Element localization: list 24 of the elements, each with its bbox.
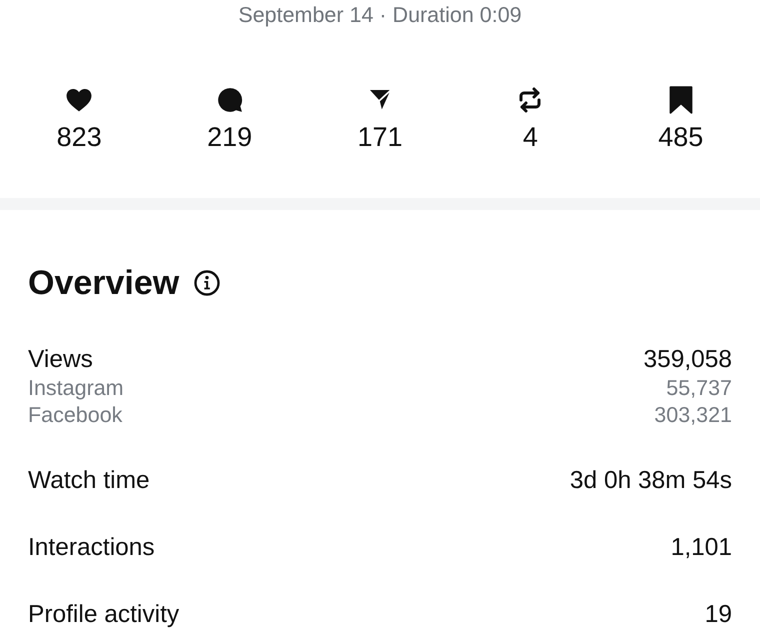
metric-label: Watch time xyxy=(28,466,150,496)
platform-value: 303,321 xyxy=(654,402,732,429)
platform-label: Facebook xyxy=(28,402,122,429)
bookmark-icon xyxy=(668,86,693,114)
metric-value: 1,101 xyxy=(670,533,732,563)
metric-value: 3d 0h 38m 54s xyxy=(570,466,732,496)
metric-label: Profile activity xyxy=(28,600,180,630)
repost-arrows-icon xyxy=(518,87,542,113)
stat-count: 219 xyxy=(207,121,252,153)
stat-count: 171 xyxy=(357,121,403,153)
stat-count: 4 xyxy=(522,121,538,153)
platform-value: 55,737 xyxy=(666,375,732,402)
metric-value: 19 xyxy=(704,600,732,630)
info-icon[interactable] xyxy=(194,270,220,296)
stat-count: 485 xyxy=(658,121,704,153)
stat-count: 823 xyxy=(56,121,102,153)
speech-bubble-icon xyxy=(216,87,243,113)
heart-icon xyxy=(66,88,92,112)
section-title: Overview xyxy=(28,263,180,303)
metric-value: 359,058 xyxy=(643,345,732,375)
metric-label: Views xyxy=(28,345,93,375)
metric-label: Interactions xyxy=(28,533,155,563)
platform-label: Instagram xyxy=(28,375,124,402)
post-date-duration: September 14 · Duration 0:09 xyxy=(238,3,522,27)
